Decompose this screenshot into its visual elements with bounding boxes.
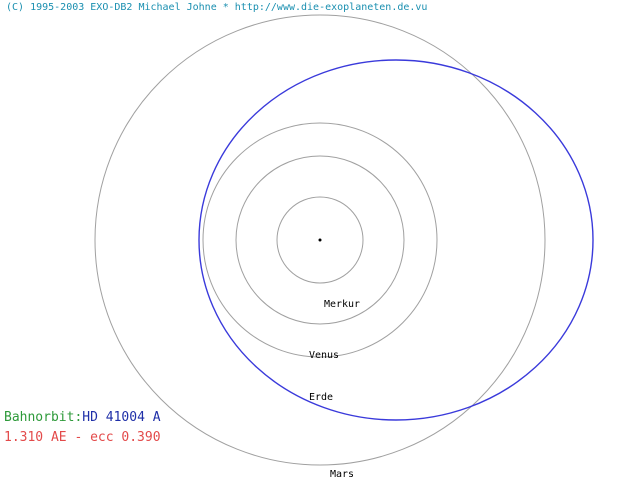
orbit-parameters: 1.310 AE - ecc 0.390 bbox=[4, 430, 161, 445]
orbit-diagram: Merkur Venus Erde Mars bbox=[94, 14, 594, 480]
orbit-label: Bahnorbit: bbox=[4, 410, 83, 425]
orbit-label-venus: Venus bbox=[309, 350, 339, 361]
orbit-label-erde: Erde bbox=[309, 392, 333, 403]
orbit-label-mars: Mars bbox=[330, 469, 354, 480]
planet-orbit-ellipse bbox=[198, 59, 594, 421]
orbit-labels: Merkur Venus Erde Mars bbox=[309, 299, 360, 480]
star-marker bbox=[318, 238, 322, 242]
object-name: HD 41004 A bbox=[82, 410, 161, 425]
orbit-info-line: Bahnorbit:HD 41004 A bbox=[4, 410, 161, 426]
orbit-label-merkur: Merkur bbox=[324, 299, 360, 310]
